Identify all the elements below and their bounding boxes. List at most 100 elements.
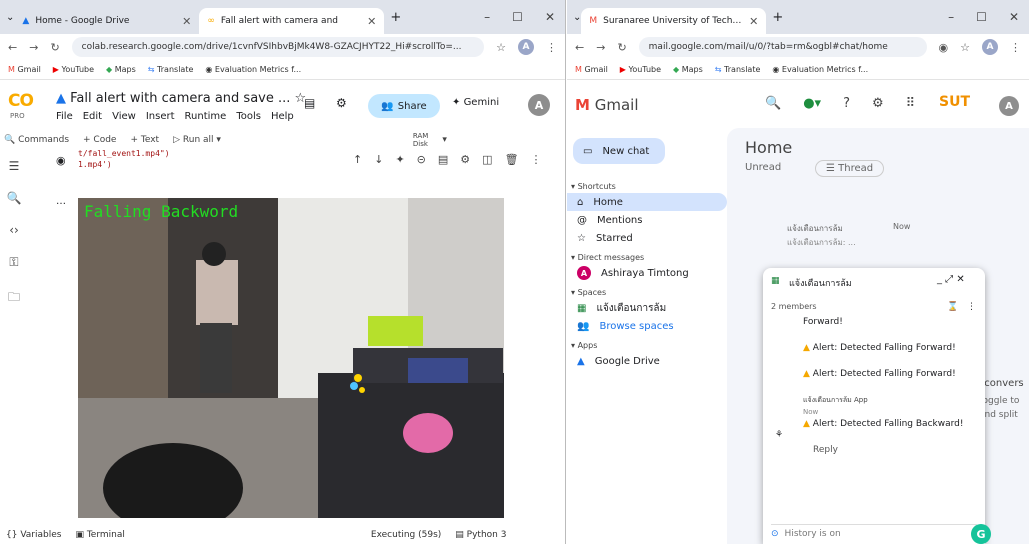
- account-avatar[interactable]: A: [528, 94, 550, 116]
- gmail-logo[interactable]: M Gmail: [575, 96, 638, 114]
- settings-icon[interactable]: ⚙: [872, 96, 884, 111]
- output-menu-icon[interactable]: …: [56, 196, 66, 207]
- popup-controls[interactable]: _ ⤢ ✕: [937, 274, 965, 285]
- url-field[interactable]: colab.research.google.com/drive/1cvnfVSI…: [71, 37, 485, 57]
- run-all-button[interactable]: ▷ Run all ▾: [173, 135, 221, 145]
- help-icon[interactable]: ?: [843, 96, 850, 111]
- close-tab-icon[interactable]: ✕: [749, 15, 758, 28]
- status-icon[interactable]: ●▾: [803, 96, 821, 111]
- menu-runtime[interactable]: Runtime: [185, 111, 227, 122]
- menu-icon[interactable]: ⋮: [546, 41, 557, 54]
- bookmark-gmail[interactable]: M Gmail: [8, 65, 41, 74]
- tab-gmail[interactable]: M Suranaree University of Techno ✕: [581, 8, 767, 34]
- new-tab-icon[interactable]: +: [390, 10, 401, 25]
- menu-insert[interactable]: Insert: [146, 111, 175, 122]
- menu-file[interactable]: File: [56, 111, 73, 122]
- new-tab-icon[interactable]: +: [772, 10, 783, 25]
- more-icon[interactable]: ⋮: [967, 302, 976, 312]
- settings-icon[interactable]: ⚙: [336, 96, 347, 110]
- forward-icon[interactable]: →: [596, 41, 605, 54]
- reload-icon[interactable]: ↻: [617, 41, 626, 54]
- bookmark-gmail[interactable]: M Gmail: [575, 65, 608, 74]
- variables-button[interactable]: {} Variables: [6, 530, 61, 540]
- star-icon[interactable]: ☆: [496, 41, 506, 54]
- back-icon[interactable]: ←: [8, 41, 17, 54]
- comment-icon[interactable]: ▤: [304, 96, 315, 110]
- resources-indicator[interactable]: RAM Disk: [413, 132, 428, 148]
- bookmark-youtube[interactable]: ▶ YouTube: [620, 65, 661, 74]
- settings-icon[interactable]: ⚙: [460, 153, 470, 166]
- gemini-button[interactable]: ✦ Gemini: [452, 97, 499, 108]
- tab-search-icon[interactable]: ⌄: [6, 12, 14, 23]
- maximize-icon[interactable]: ☐: [512, 10, 523, 24]
- execution-status[interactable]: Executing (59s): [371, 530, 441, 540]
- gemini-icon[interactable]: ✦: [395, 153, 404, 166]
- history-input[interactable]: ⊙ History is on: [771, 524, 977, 542]
- section-label[interactable]: ▾ Shortcuts: [567, 176, 727, 193]
- account-avatar[interactable]: A: [999, 96, 1019, 116]
- menu-icon[interactable]: ⋮: [1010, 41, 1021, 54]
- close-window-icon[interactable]: ✕: [545, 10, 555, 24]
- maximize-icon[interactable]: ☐: [976, 10, 987, 24]
- nav-starred[interactable]: ☆ Starred: [567, 229, 727, 247]
- menu-view[interactable]: View: [112, 111, 136, 122]
- bookmark-evaluation[interactable]: ◉ Evaluation Metrics f...: [772, 65, 868, 74]
- chevron-down-icon[interactable]: ▾: [442, 135, 447, 145]
- nav-home[interactable]: ⌂ Home: [567, 193, 727, 211]
- profile-avatar[interactable]: A: [982, 39, 998, 55]
- menu-help[interactable]: Help: [271, 111, 294, 122]
- hourglass-icon[interactable]: ⌛: [947, 302, 958, 312]
- close-tab-icon[interactable]: ✕: [182, 15, 191, 28]
- star-icon[interactable]: ☆: [960, 41, 970, 54]
- dm-item[interactable]: A Ashiraya Timtong: [567, 264, 727, 282]
- delete-icon[interactable]: 🗑: [505, 153, 519, 166]
- code-cell[interactable]: t/fall_event1.mp4") 1.mp4'): [78, 148, 170, 170]
- new-chat-button[interactable]: ▭ New chat: [573, 138, 665, 164]
- section-label[interactable]: ▾ Direct messages: [567, 247, 727, 264]
- forward-icon[interactable]: →: [29, 41, 38, 54]
- share-button[interactable]: 👥 Share: [368, 94, 440, 118]
- bookmark-maps[interactable]: ◆ Maps: [106, 65, 136, 74]
- app-drive[interactable]: ▲ Google Drive: [567, 352, 727, 370]
- tab-drive[interactable]: ▲ Home - Google Drive ✕: [14, 8, 199, 34]
- notebook-title[interactable]: ▲ Fall alert with camera and save ... ☆: [56, 91, 306, 106]
- more-icon[interactable]: ⋮: [531, 153, 542, 166]
- comment-icon[interactable]: ▤: [438, 153, 448, 166]
- brand-logo[interactable]: SUT: [939, 94, 970, 110]
- runtime-type[interactable]: ▤ Python 3: [455, 530, 506, 540]
- add-text-button[interactable]: + Text: [130, 135, 159, 145]
- browse-spaces[interactable]: 👥 Browse spaces: [567, 317, 727, 335]
- find-icon[interactable]: 🔍: [7, 191, 22, 205]
- reply-button[interactable]: Reply: [803, 444, 973, 456]
- secrets-key-icon[interactable]: ⚿: [9, 255, 18, 270]
- minimize-icon[interactable]: –: [484, 10, 490, 24]
- url-field[interactable]: mail.google.com/mail/u/0/?tab=rm&ogbl#ch…: [638, 37, 927, 57]
- chat-popup-title[interactable]: แจ้งเตือนการล้ม: [789, 276, 852, 290]
- link-icon[interactable]: ⊝: [417, 153, 426, 166]
- menu-tools[interactable]: Tools: [236, 111, 261, 122]
- space-item[interactable]: ▦ แจ้งเตือนการล้ม: [567, 299, 727, 317]
- bookmark-translate[interactable]: ⇆ Translate: [715, 65, 761, 74]
- preview-name[interactable]: แจ้งเตือนการล้ม: [787, 222, 843, 235]
- commands-button[interactable]: 🔍 Commands: [4, 135, 69, 145]
- apps-grid-icon[interactable]: ⠿: [906, 96, 916, 111]
- grammarly-icon[interactable]: G: [971, 524, 991, 544]
- section-label[interactable]: ▾ Spaces: [567, 282, 727, 299]
- unread-filter[interactable]: Unread: [745, 162, 781, 173]
- nav-mentions[interactable]: @ Mentions: [567, 211, 727, 229]
- section-label[interactable]: ▾ Apps: [567, 335, 727, 352]
- minimize-icon[interactable]: –: [948, 10, 954, 24]
- thread-filter[interactable]: ☰ Thread: [815, 160, 885, 177]
- tab-colab[interactable]: ∞ Fall alert with camera and ✕: [199, 8, 385, 34]
- run-cell-icon[interactable]: ◉: [56, 154, 66, 167]
- menu-edit[interactable]: Edit: [83, 111, 102, 122]
- eye-icon[interactable]: ◉: [939, 41, 949, 54]
- move-down-icon[interactable]: ↓: [374, 153, 383, 166]
- add-code-button[interactable]: + Code: [83, 135, 116, 145]
- mirror-icon[interactable]: ◫: [482, 153, 492, 166]
- members-count[interactable]: 2 members: [771, 302, 817, 311]
- files-folder-icon[interactable]: 🗀: [8, 288, 20, 309]
- code-snippets-icon[interactable]: ‹›: [9, 223, 19, 237]
- close-tab-icon[interactable]: ✕: [367, 15, 376, 28]
- close-window-icon[interactable]: ✕: [1009, 10, 1019, 24]
